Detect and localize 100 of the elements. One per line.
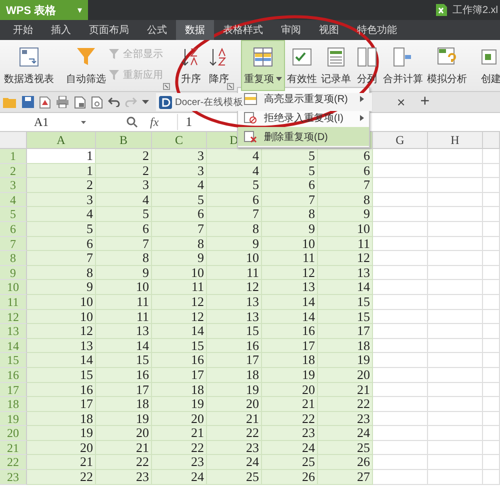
reject-table-icon (244, 112, 257, 124)
column-header[interactable]: A (27, 132, 96, 149)
table-cell (373, 266, 428, 280)
table-cell (483, 368, 500, 382)
caret-icon[interactable] (142, 100, 149, 104)
table-cell: 7 (207, 207, 262, 222)
table-cell: 3 (152, 149, 207, 164)
table-cell (483, 397, 500, 412)
table-cell (428, 353, 483, 368)
table-cell: 7 (262, 192, 318, 208)
table-cell (428, 470, 483, 485)
table-cell: 17 (27, 397, 96, 412)
ribbon-button[interactable]: 自动筛选 (64, 40, 108, 91)
table-cell: 23 (318, 412, 373, 426)
table-cell: 7 (318, 178, 373, 193)
table-cell (428, 412, 483, 426)
table-cell: 5 (96, 207, 152, 222)
table-cell: 23 (262, 426, 318, 441)
close-tab-button[interactable]: × (397, 94, 406, 110)
name-box[interactable]: A1 (0, 114, 90, 130)
ribbon-button[interactable]: 合并计算 (381, 40, 425, 91)
column-header[interactable]: B (96, 132, 152, 149)
undo-icon[interactable] (108, 97, 120, 107)
column-header[interactable]: H (428, 132, 483, 149)
column-header[interactable]: G (373, 132, 428, 149)
launcher-icon[interactable] (163, 83, 170, 90)
table-cell: 14 (27, 353, 96, 368)
table-cell (373, 164, 428, 178)
table-cell (483, 338, 500, 354)
print-icon[interactable] (56, 96, 69, 108)
table-cell: 16 (207, 338, 262, 354)
preview-icon[interactable] (91, 96, 103, 108)
table-cell (373, 222, 428, 237)
table-cell: 23 (96, 470, 152, 485)
table-cell: 6 (318, 164, 373, 178)
table-cell (483, 280, 500, 295)
table-cell: 15 (318, 294, 373, 310)
table-cell: 26 (318, 455, 373, 470)
ribbon-button[interactable]: 有效性 (285, 40, 319, 91)
new-tab-button[interactable]: + (420, 93, 430, 111)
table-cell: 8 (96, 251, 152, 266)
table-cell: 12 (207, 280, 262, 295)
save-icon[interactable] (22, 96, 34, 108)
table-cell: 21 (262, 397, 318, 412)
table-cell: 24 (152, 470, 207, 485)
ribbon-tab[interactable]: 表格样式 (214, 20, 272, 40)
table-cell: 9 (262, 222, 318, 237)
table-cell (373, 207, 428, 222)
table-cell: 21 (207, 412, 262, 426)
ribbon-button[interactable]: 数据透视表 (2, 40, 56, 91)
funnel-icon (108, 48, 120, 60)
table-cell: 11 (152, 280, 207, 295)
table-cell: 25 (262, 455, 318, 470)
spreadsheet-file-icon (435, 3, 448, 17)
ribbon-tab[interactable]: 特色功能 (348, 20, 406, 40)
ribbon-button[interactable]: 降序 (205, 40, 233, 91)
table-cell: 16 (27, 382, 96, 398)
table-cell: 20 (262, 382, 318, 398)
table-cell (428, 397, 483, 412)
table-cell (373, 440, 428, 456)
print-preview-icon[interactable] (74, 96, 86, 108)
function-button[interactable]: fx (150, 114, 159, 130)
ribbon-tab[interactable]: 公式 (138, 20, 176, 40)
table-cell (483, 324, 500, 339)
ribbon-tab[interactable]: 插入 (42, 20, 80, 40)
ribbon-tab[interactable]: 视图 (310, 20, 348, 40)
ribbon-button[interactable]: 重复项 (241, 40, 285, 91)
table-cell: 6 (207, 192, 262, 208)
submenu-arrow-icon (360, 114, 364, 120)
table-cell (373, 251, 428, 266)
table-cell: 18 (207, 368, 262, 382)
table-cell: 16 (152, 353, 207, 368)
search-icon[interactable] (126, 116, 138, 128)
table-cell: 9 (207, 236, 262, 252)
table-cell: 5 (262, 164, 318, 178)
ribbon-tab[interactable]: 数据 (176, 20, 214, 40)
table-cell (483, 164, 500, 178)
table-cell: 21 (152, 426, 207, 441)
table-cell: 10 (27, 310, 96, 324)
table-cell: 13 (96, 324, 152, 339)
table-cell: 13 (318, 266, 373, 280)
table-cell: 21 (96, 440, 152, 456)
table-cell: 7 (27, 251, 96, 266)
table-cell: 1 (27, 164, 96, 178)
table-cell: 22 (207, 426, 262, 441)
table-cell (428, 294, 483, 310)
ribbon-tab[interactable]: 审阅 (272, 20, 310, 40)
column-header[interactable]: C (152, 132, 207, 149)
ribbon-button[interactable]: 模拟分析 (425, 40, 469, 91)
caret-icon (276, 77, 282, 81)
document-tab-label: Docer-在线模板 (175, 96, 244, 108)
launcher-icon[interactable] (227, 83, 234, 90)
table-cell: 17 (262, 338, 318, 354)
ribbon-tab[interactable]: 页面布局 (80, 20, 138, 40)
menu-item[interactable]: 删除重复项(D) (238, 127, 369, 146)
ribbon-button[interactable]: 升序 (177, 40, 205, 91)
ribbon-tab[interactable]: 开始 (4, 20, 42, 40)
table-cell: 20 (318, 368, 373, 382)
ribbon-button[interactable]: 创建 (477, 40, 500, 91)
pdf-icon[interactable] (39, 96, 51, 108)
